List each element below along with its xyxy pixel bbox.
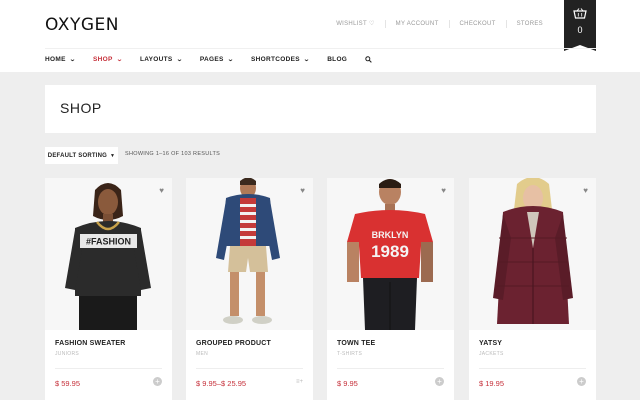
wishlist-link[interactable]: WISHLIST ♡ — [326, 20, 384, 28]
product-card[interactable]: #FASHION ♥ FASHION SWEATER JUNIORS $ 59.… — [45, 178, 172, 400]
search-button[interactable] — [365, 56, 372, 63]
cart-button[interactable]: 0 — [564, 0, 596, 51]
main-navigation: HOME ⌄ SHOP ⌄ LAYOUTS ⌄ PAGES ⌄ SHORTCODES ⌄ … — [45, 48, 596, 70]
stores-link[interactable]: STORES — [505, 20, 553, 28]
chevron-down-icon: ⌄ — [303, 57, 310, 63]
shirt-print: 1989 — [371, 242, 409, 261]
product-card[interactable]: ♥ GROUPED PRODUCT MEN $ 9.95–$ 25.95 ≡+ — [186, 178, 313, 400]
checkout-link[interactable]: CHECKOUT — [448, 20, 506, 28]
nav-item-label: SHOP — [93, 56, 113, 63]
product-card[interactable]: ♥ YATSY JACKETS $ 19.95 + — [469, 178, 596, 400]
chevron-down-icon: ⌄ — [115, 57, 123, 63]
divider — [55, 368, 162, 369]
divider — [479, 368, 586, 369]
divider — [337, 368, 444, 369]
product-category[interactable]: JACKETS — [479, 351, 504, 357]
results-count: SHOWING 1–16 OF 103 RESULTS — [125, 151, 221, 157]
heart-icon[interactable]: ♥ — [441, 186, 446, 195]
wishlist-label: WISHLIST — [336, 21, 367, 27]
product-name[interactable]: FASHION SWEATER — [55, 340, 126, 347]
nav-item-shortcodes[interactable]: SHORTCODES ⌄ — [250, 56, 310, 63]
product-image[interactable]: BRKLYN 1989 — [327, 178, 454, 330]
chevron-down-icon: ⌄ — [175, 57, 183, 63]
nav-item-layouts[interactable]: LAYOUTS ⌄ — [140, 56, 182, 63]
nav-item-blog[interactable]: BLOG — [327, 56, 347, 63]
plus-icon: + — [155, 377, 160, 386]
product-name[interactable]: TOWN TEE — [337, 340, 375, 347]
cart-count: 0 — [577, 25, 583, 35]
shirt-print: BRKLYN — [372, 230, 409, 240]
product-name[interactable]: YATSY — [479, 340, 502, 347]
product-price: $ 9.95 — [337, 379, 358, 388]
product-image[interactable] — [186, 178, 313, 330]
sort-label: DEFAULT SORTING — [47, 152, 108, 159]
product-price: $ 19.95 — [479, 379, 505, 388]
heart-icon[interactable]: ♥ — [159, 186, 164, 195]
more-options-icon[interactable]: ≡+ — [296, 379, 303, 385]
nav-item-label: PAGES — [199, 56, 224, 63]
product-card[interactable]: BRKLYN 1989 ♥ TOWN TEE T-SHIRTS $ 9.95 + — [327, 178, 454, 400]
shirt-print: #FASHION — [86, 237, 131, 247]
site-logo[interactable]: OXYGEN — [45, 15, 119, 35]
caret-down-icon: ▼ — [110, 152, 116, 159]
plus-icon: + — [437, 377, 442, 386]
product-image[interactable]: #FASHION — [45, 178, 172, 330]
plus-icon: + — [579, 377, 584, 386]
nav-item-label: BLOG — [327, 56, 348, 63]
add-to-cart-button[interactable]: + — [435, 377, 444, 386]
product-price: $ 9.95–$ 25.95 — [196, 379, 247, 388]
product-price: $ 59.95 — [55, 379, 81, 388]
my-account-link[interactable]: MY ACCOUNT — [384, 20, 449, 28]
nav-item-shop[interactable]: SHOP ⌄ — [93, 56, 122, 63]
nav-item-label: HOME — [45, 56, 66, 63]
page-title-box: SHOP — [45, 85, 596, 133]
chevron-down-icon: ⌄ — [226, 57, 234, 63]
divider — [196, 368, 303, 369]
product-category[interactable]: MEN — [196, 351, 208, 357]
nav-item-home[interactable]: HOME ⌄ — [45, 56, 75, 63]
heart-icon: ♡ — [368, 21, 375, 27]
nav-item-label: SHORTCODES — [250, 56, 300, 63]
nav-item-pages[interactable]: PAGES ⌄ — [200, 56, 233, 63]
sort-dropdown[interactable]: DEFAULT SORTING ▼ — [45, 147, 118, 164]
add-to-cart-button[interactable]: + — [153, 377, 162, 386]
top-links: WISHLIST ♡ MY ACCOUNT CHECKOUT STORES — [326, 19, 553, 29]
site-header: OXYGEN WISHLIST ♡ MY ACCOUNT CHECKOUT STO… — [0, 0, 640, 72]
heart-icon[interactable]: ♥ — [583, 186, 588, 195]
product-category[interactable]: JUNIORS — [55, 351, 79, 357]
product-image[interactable] — [469, 178, 596, 330]
page-title: SHOP — [60, 100, 102, 116]
nav-item-label: LAYOUTS — [139, 56, 173, 63]
add-to-cart-button[interactable]: + — [577, 377, 586, 386]
search-icon — [365, 56, 372, 63]
product-name[interactable]: GROUPED PRODUCT — [196, 340, 271, 347]
basket-icon — [573, 8, 587, 19]
product-category[interactable]: T-SHIRTS — [337, 351, 362, 357]
heart-icon[interactable]: ♥ — [300, 186, 305, 195]
chevron-down-icon: ⌄ — [68, 57, 76, 63]
